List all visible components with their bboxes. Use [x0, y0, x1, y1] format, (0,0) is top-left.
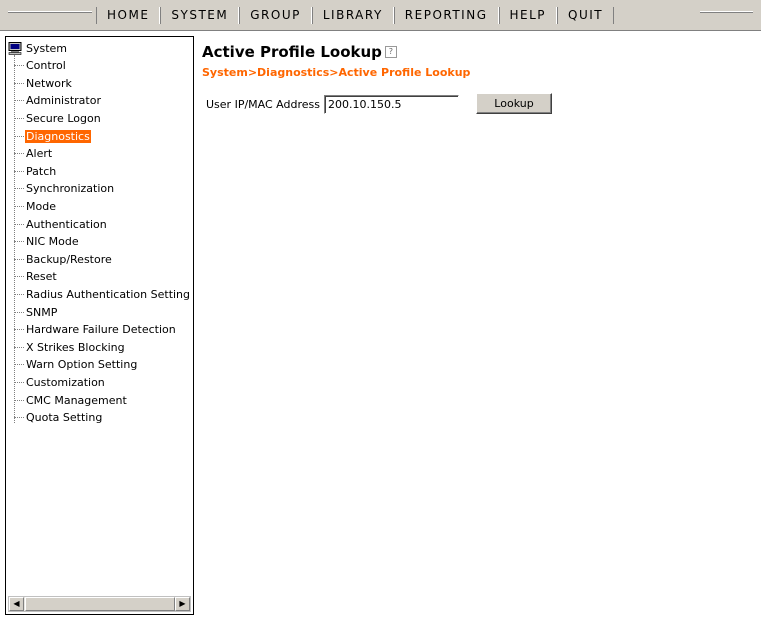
- sidebar-item-hardware-failure-detection[interactable]: Hardware Failure Detection: [14, 321, 191, 339]
- sidebar-item-control[interactable]: Control: [14, 57, 191, 75]
- sidebar-item-administrator[interactable]: Administrator: [14, 92, 191, 110]
- sidebar-item-label: Network: [26, 76, 72, 90]
- nav-bar-decoration-right: [700, 11, 753, 13]
- help-icon[interactable]: ?: [384, 46, 397, 58]
- sidebar-item-label: Reset: [26, 270, 57, 284]
- sidebar-item-label: Backup/Restore: [26, 252, 112, 266]
- computer-icon: [8, 41, 22, 55]
- nav-bar-decoration-left: [8, 11, 92, 13]
- sidebar-item-label: Administrator: [26, 94, 101, 108]
- ip-mac-address-input[interactable]: [323, 95, 459, 114]
- lookup-button[interactable]: Lookup: [476, 93, 552, 114]
- sidebar-item-label: X Strikes Blocking: [26, 340, 125, 354]
- sidebar-item-reset[interactable]: Reset: [14, 268, 191, 286]
- sidebar-item-radius-authentication-setting[interactable]: Radius Authentication Setting: [14, 286, 191, 304]
- nav-quit[interactable]: QUIT: [557, 7, 615, 24]
- lookup-form-row: User IP/MAC Address: [206, 95, 459, 114]
- sidebar-item-label: Radius Authentication Setting: [26, 288, 191, 302]
- nav-help[interactable]: HELP: [498, 7, 558, 24]
- sidebar-item-secure-logon[interactable]: Secure Logon: [14, 110, 191, 128]
- sidebar-item-label-selected: Diagnostics: [25, 129, 91, 143]
- ip-mac-address-label: User IP/MAC Address: [206, 98, 320, 111]
- scrollbar-thumb[interactable]: [25, 597, 175, 611]
- sidebar-item-label: Secure Logon: [26, 112, 101, 126]
- sidebar-item-patch[interactable]: Patch: [14, 163, 191, 181]
- sidebar-item-customization[interactable]: Customization: [14, 374, 191, 392]
- page-title: Active Profile Lookup: [202, 43, 382, 61]
- nav-system[interactable]: SYSTEM: [160, 7, 240, 24]
- sidebar-horizontal-scrollbar[interactable]: ◀ ▶: [8, 596, 191, 612]
- sidebar-item-nic-mode[interactable]: NIC Mode: [14, 233, 191, 251]
- page-title-container: Active Profile Lookup ?: [202, 43, 397, 61]
- tree-root-system[interactable]: System: [8, 40, 67, 56]
- sidebar-item-label: Quota Setting: [26, 411, 103, 425]
- nav-home[interactable]: HOME: [96, 7, 161, 24]
- tree-items: Control Network Administrator Secure Log…: [14, 57, 191, 426]
- sidebar-item-alert[interactable]: Alert: [14, 145, 191, 163]
- sidebar-item-label: Warn Option Setting: [26, 358, 138, 372]
- sidebar-item-label: Synchronization: [26, 182, 115, 196]
- sidebar-item-label: CMC Management: [26, 393, 127, 407]
- top-navigation-bar: HOME SYSTEM GROUP LIBRARY REPORTING HELP…: [0, 0, 761, 31]
- sidebar-item-label: Control: [26, 59, 66, 73]
- scroll-right-arrow-icon[interactable]: ▶: [175, 597, 190, 611]
- sidebar-item-synchronization[interactable]: Synchronization: [14, 180, 191, 198]
- nav-library[interactable]: LIBRARY: [311, 7, 394, 24]
- sidebar-item-label: NIC Mode: [26, 235, 79, 249]
- breadcrumb: System>Diagnostics>Active Profile Lookup: [202, 66, 471, 79]
- sidebar-item-network[interactable]: Network: [14, 75, 191, 93]
- sidebar-item-mode[interactable]: Mode: [14, 198, 191, 216]
- scroll-left-arrow-icon[interactable]: ◀: [9, 597, 24, 611]
- sidebar-item-authentication[interactable]: Authentication: [14, 215, 191, 233]
- sidebar-item-x-strikes-blocking[interactable]: X Strikes Blocking: [14, 339, 191, 357]
- sidebar-item-diagnostics[interactable]: Diagnostics: [14, 127, 191, 145]
- sidebar-item-label: Customization: [26, 375, 105, 389]
- sidebar-item-backup-restore[interactable]: Backup/Restore: [14, 251, 191, 269]
- tree-root-label: System: [26, 41, 68, 55]
- sidebar-item-label: SNMP: [26, 305, 58, 319]
- sidebar-item-snmp[interactable]: SNMP: [14, 303, 191, 321]
- main-menu: HOME SYSTEM GROUP LIBRARY REPORTING HELP…: [96, 7, 615, 24]
- sidebar-item-label: Mode: [26, 200, 56, 214]
- sidebar-item-label: Alert: [26, 147, 53, 161]
- nav-group[interactable]: GROUP: [239, 7, 312, 24]
- nav-reporting[interactable]: REPORTING: [393, 7, 499, 24]
- sidebar-item-label: Hardware Failure Detection: [26, 323, 176, 337]
- sidebar-item-label: Patch: [26, 164, 57, 178]
- sidebar-item-cmc-management[interactable]: CMC Management: [14, 391, 191, 409]
- sidebar-item-warn-option-setting[interactable]: Warn Option Setting: [14, 356, 191, 374]
- sidebar-item-label: Authentication: [26, 217, 107, 231]
- sidebar-item-quota-setting[interactable]: Quota Setting: [14, 409, 191, 427]
- sidebar-tree: System Control Network Administrator Sec…: [5, 36, 194, 615]
